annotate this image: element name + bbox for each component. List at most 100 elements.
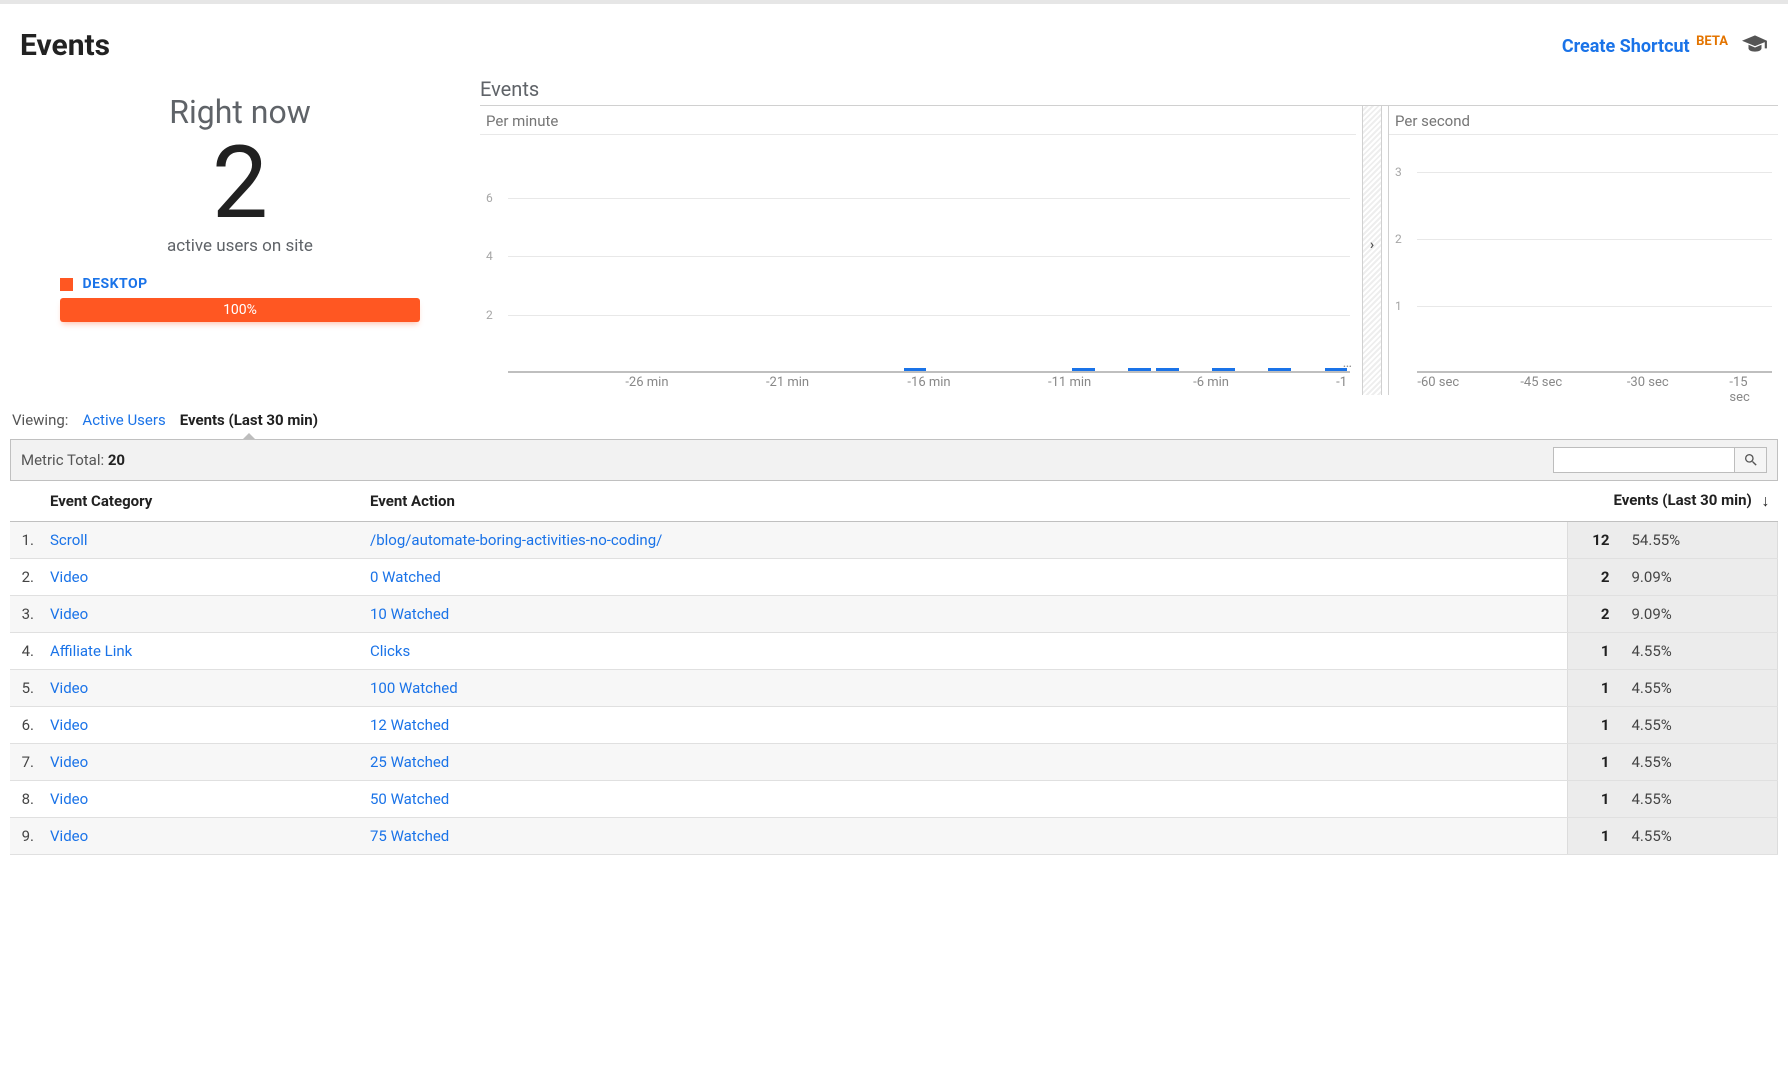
- row-index: 7.: [10, 744, 42, 781]
- row-category[interactable]: Video: [42, 744, 362, 781]
- tab-active-users[interactable]: Active Users: [82, 411, 165, 429]
- search-button[interactable]: [1734, 448, 1766, 472]
- chart-per-second: Per second 123 -60 sec-45 sec-30 sec-15 …: [1388, 106, 1778, 395]
- col-event-category[interactable]: Event Category: [42, 481, 362, 522]
- row-index: 6.: [10, 707, 42, 744]
- realtime-count: 2: [40, 131, 440, 236]
- row-percent: 4.55%: [1618, 707, 1778, 744]
- charts-row: Per minute 246 … -26 min-21 min-16 min-1…: [480, 105, 1778, 395]
- row-action[interactable]: 0 Watched: [362, 559, 1568, 596]
- x-tick-label: -6 min: [1193, 375, 1229, 390]
- row-count: 1: [1568, 744, 1618, 781]
- chart-per-minute-plot: 246: [508, 139, 1350, 373]
- chart-expand-handle[interactable]: ›: [1362, 106, 1382, 395]
- row-index: 9.: [10, 818, 42, 855]
- row-category[interactable]: Affiliate Link: [42, 633, 362, 670]
- row-category[interactable]: Video: [42, 596, 362, 633]
- tab-events[interactable]: Events (Last 30 min): [180, 411, 318, 429]
- row-percent: 9.09%: [1618, 559, 1778, 596]
- device-label[interactable]: DESKTOP: [82, 276, 147, 292]
- row-action[interactable]: 50 Watched: [362, 781, 1568, 818]
- col-event-count-label: Events (Last 30 min): [1614, 491, 1752, 509]
- graduation-cap-icon[interactable]: [1742, 35, 1768, 57]
- row-action[interactable]: Clicks: [362, 633, 1568, 670]
- table-row: 2.Video0 Watched29.09%: [10, 559, 1778, 596]
- row-category[interactable]: Video: [42, 707, 362, 744]
- x-tick-label: -21 min: [766, 375, 809, 390]
- table-row: 7.Video25 Watched14.55%: [10, 744, 1778, 781]
- x-tick-label: -16 min: [907, 375, 950, 390]
- bar: [904, 368, 926, 371]
- table-row: 5.Video100 Watched14.55%: [10, 670, 1778, 707]
- row-percent: 4.55%: [1618, 744, 1778, 781]
- table-row: 4.Affiliate LinkClicks14.55%: [10, 633, 1778, 670]
- col-event-action[interactable]: Event Action: [362, 481, 1568, 522]
- x-tick-label: -15 sec: [1729, 375, 1757, 405]
- x-tick-label: -45 sec: [1520, 375, 1562, 390]
- table-row: 6.Video12 Watched14.55%: [10, 707, 1778, 744]
- x-tick-label: -26 min: [625, 375, 668, 390]
- events-table: Event Category Event Action Events (Last…: [10, 481, 1778, 855]
- x-tick-label: -30 sec: [1627, 375, 1669, 390]
- row-count: 1: [1568, 781, 1618, 818]
- viewing-tabs: Viewing: Active Users Events (Last 30 mi…: [0, 403, 1788, 435]
- device-swatch: [60, 278, 73, 291]
- metric-total-label: Metric Total:: [21, 451, 104, 469]
- row-percent: 54.55%: [1618, 522, 1778, 559]
- row-count: 1: [1568, 707, 1618, 744]
- row-index: 4.: [10, 633, 42, 670]
- bar: [1128, 368, 1150, 371]
- bar: [1072, 368, 1094, 371]
- charts-panel: Events Per minute 246 … -26 min-21 min-1…: [480, 73, 1778, 395]
- row-percent: 4.55%: [1618, 781, 1778, 818]
- row-category[interactable]: Video: [42, 559, 362, 596]
- row-index: 5.: [10, 670, 42, 707]
- row-count: 1: [1568, 818, 1618, 855]
- row-action[interactable]: 75 Watched: [362, 818, 1568, 855]
- row-category[interactable]: Video: [42, 818, 362, 855]
- row-action[interactable]: /blog/automate-boring-activities-no-codi…: [362, 522, 1568, 559]
- create-shortcut-button[interactable]: Create Shortcut BETA: [1562, 34, 1728, 57]
- x-tick-label: -11 min: [1048, 375, 1091, 390]
- row-category[interactable]: Video: [42, 670, 362, 707]
- x-tick-label: -1: [1336, 375, 1347, 390]
- table-row: 3.Video10 Watched29.09%: [10, 596, 1778, 633]
- row-count: 1: [1568, 633, 1618, 670]
- header-actions: Create Shortcut BETA: [1562, 34, 1768, 57]
- row-category[interactable]: Video: [42, 781, 362, 818]
- row-percent: 4.55%: [1618, 818, 1778, 855]
- row-index: 1.: [10, 522, 42, 559]
- page-title: Events: [20, 28, 110, 63]
- bar: [1212, 368, 1234, 371]
- col-index: [10, 481, 42, 522]
- table-row: 9.Video75 Watched14.55%: [10, 818, 1778, 855]
- chart-per-minute: Per minute 246 … -26 min-21 min-16 min-1…: [480, 106, 1356, 395]
- search-input[interactable]: [1554, 448, 1734, 472]
- table-row: 8.Video50 Watched14.55%: [10, 781, 1778, 818]
- row-count: 12: [1568, 522, 1618, 559]
- bar: [1268, 368, 1290, 371]
- row-index: 3.: [10, 596, 42, 633]
- upper-panel: Right now 2 active users on site DESKTOP…: [0, 73, 1788, 403]
- header-bar: Events Create Shortcut BETA: [0, 0, 1788, 73]
- row-count: 2: [1568, 559, 1618, 596]
- search-icon: [1743, 452, 1759, 468]
- device-percent-bar: 100%: [60, 298, 420, 322]
- row-action[interactable]: 25 Watched: [362, 744, 1568, 781]
- viewing-label: Viewing:: [12, 411, 68, 429]
- row-action[interactable]: 10 Watched: [362, 596, 1568, 633]
- row-action[interactable]: 100 Watched: [362, 670, 1568, 707]
- chart-per-minute-label: Per minute: [480, 106, 1356, 135]
- sort-desc-icon: ↓: [1762, 491, 1770, 510]
- row-index: 2.: [10, 559, 42, 596]
- charts-title: Events: [480, 73, 1778, 105]
- bar: [1156, 368, 1178, 371]
- row-category[interactable]: Scroll: [42, 522, 362, 559]
- row-count: 1: [1568, 670, 1618, 707]
- row-action[interactable]: 12 Watched: [362, 707, 1568, 744]
- row-percent: 9.09%: [1618, 596, 1778, 633]
- col-event-count[interactable]: Events (Last 30 min) ↓: [1568, 481, 1778, 522]
- search-box: [1553, 447, 1767, 473]
- device-legend: DESKTOP: [40, 276, 440, 292]
- chart-per-second-label: Per second: [1389, 106, 1778, 135]
